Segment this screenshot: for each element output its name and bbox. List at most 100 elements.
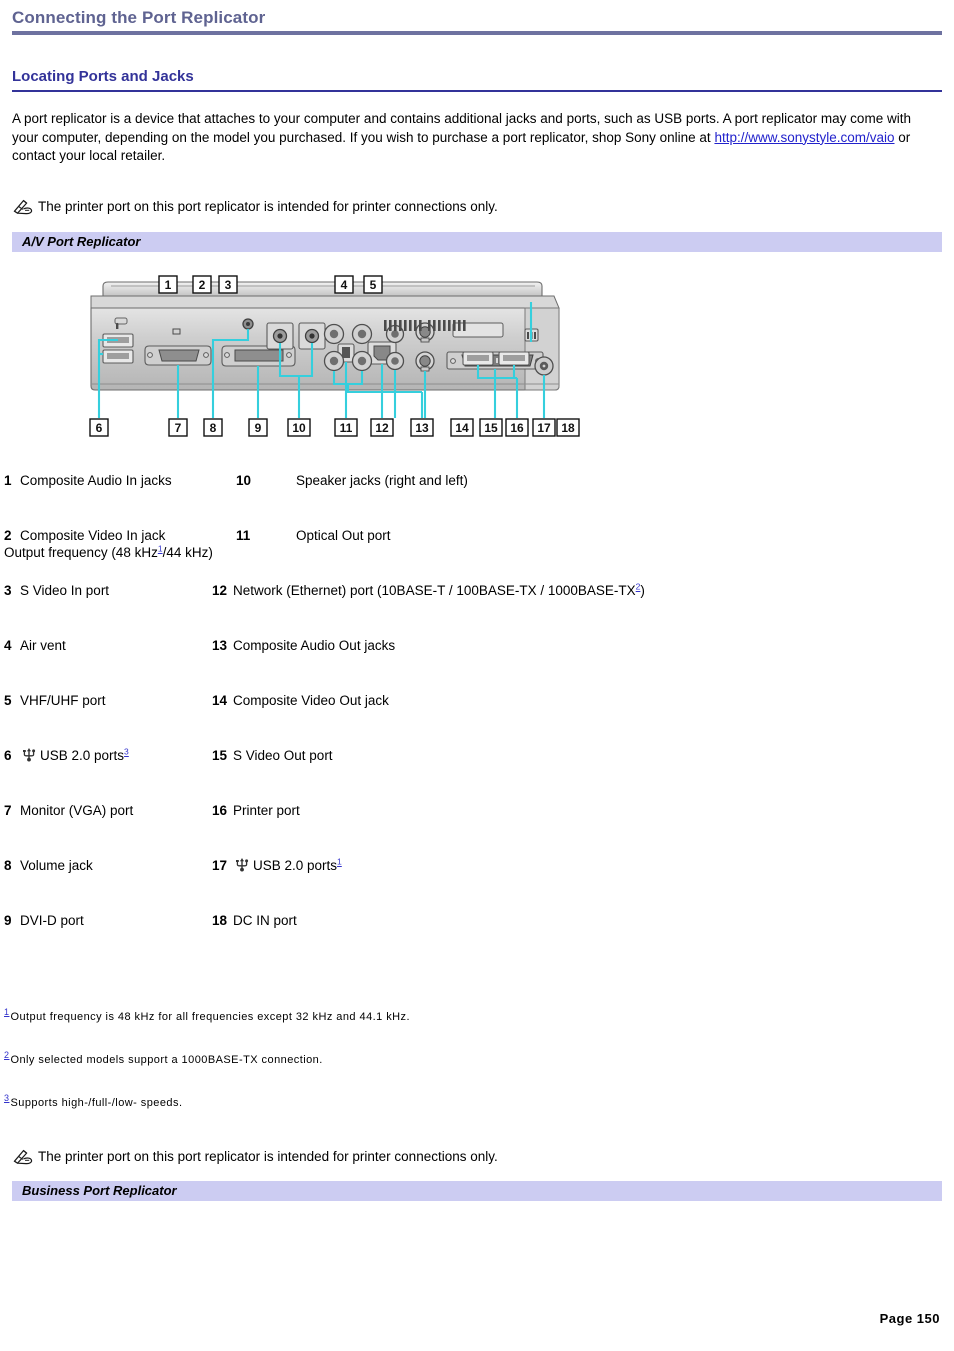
legend-label-13: Composite Audio Out jacks [233,638,396,653]
note-pencil-icon [12,1148,34,1165]
legend-label-16: Printer port [233,803,300,818]
legend-num-10: 10 [236,473,252,488]
legend-num-1: 1 [4,473,12,488]
band-av-label: A/V Port Replicator [22,234,141,249]
printer-note-top-text: The printer port on this port replicator… [38,199,498,214]
legend-label-5: VHF/UHF port [20,693,106,708]
port-replicator-svg: 1 2 3 4 5 6 7 8 9 10 11 12 13 14 15 16 1… [89,275,580,437]
svg-text:16: 16 [510,421,524,435]
legend-row: 4 Air vent 13 Composite Audio Out jacks [4,637,944,692]
legend-label-18: DC IN port [233,913,297,928]
legend-num-5: 5 [4,693,12,708]
band-av-port-replicator: A/V Port Replicator [12,232,942,252]
printer-note-bottom-text: The printer port on this port replicator… [38,1149,498,1164]
legend-num-4: 4 [4,638,12,653]
page-number: Page 150 [879,1311,940,1326]
legend-label-14: Composite Video Out jack [233,693,389,708]
footnote-2-text: Only selected models support a 1000BASE-… [10,1054,323,1066]
band-business-label: Business Port Replicator [22,1183,177,1198]
legend-num-16: 16 [212,803,228,818]
footnote-ref-1b[interactable]: 1 [337,857,342,867]
svg-text:11: 11 [340,421,353,435]
legend-num-13: 13 [212,638,228,653]
svg-text:1: 1 [165,278,172,292]
legend-row: 1 Composite Audio In jacks 10 Speaker ja… [4,472,944,527]
title-divider [12,31,942,35]
footnote-3-text: Supports high-/full-/low- speeds. [10,1097,183,1109]
svg-text:3: 3 [225,278,232,292]
svg-text:9: 9 [255,421,262,435]
usb-icon [234,857,250,872]
legend-num-3: 3 [4,583,12,598]
legend-row: 6 USB 2.0 ports3 15 S Video Out port [4,747,944,802]
legend-label-12-a: Network (Ethernet) port (10BASE-T / 100B… [233,583,636,598]
output-frequency-text-a: Output frequency (48 kHz [4,545,158,560]
footnote-3-mark[interactable]: 3 [4,1093,9,1103]
legend-num-6: 6 [4,748,12,763]
callout-boxes-bottom: 6 7 8 9 10 11 12 13 14 15 16 17 18 [89,418,580,437]
av-port-replicator-diagram: 1 2 3 4 5 6 7 8 9 10 11 12 13 14 15 16 1… [85,266,580,454]
band-business-port-replicator: Business Port Replicator [12,1181,942,1201]
port-legend: 1 Composite Audio In jacks 10 Speaker ja… [4,472,944,967]
legend-num-17: 17 [212,858,228,873]
svg-text:6: 6 [96,421,103,435]
legend-label-12-b: ) [640,583,645,598]
section-heading: Locating Ports and Jacks [12,68,194,85]
legend-num-12: 12 [212,583,228,598]
footnote-ref-3[interactable]: 3 [124,747,129,757]
footnote-1: 1Output frequency is 48 kHz for all freq… [4,1007,934,1053]
svg-text:13: 13 [415,421,429,435]
svg-text:5: 5 [370,278,377,292]
svg-text:12: 12 [375,421,389,435]
legend-label-2: Composite Video In jack [20,528,166,543]
svg-text:17: 17 [537,421,551,435]
svg-text:18: 18 [561,421,575,435]
footnotes: 1Output frequency is 48 kHz for all freq… [4,1007,934,1139]
legend-label-17-text: USB 2.0 ports [253,858,338,873]
legend-num-7: 7 [4,803,12,818]
legend-label-17: USB 2.0 ports1 [233,857,342,875]
usb-icon [21,747,37,762]
legend-num-9: 9 [4,913,12,928]
legend-num-8: 8 [4,858,12,873]
output-frequency-text-b: /44 kHz) [162,545,213,560]
footnote-1-mark[interactable]: 1 [4,1007,9,1017]
svg-text:14: 14 [455,421,469,435]
legend-num-15: 15 [212,748,228,763]
legend-row: 2 Composite Video In jack 11 Optical Out… [4,527,944,582]
legend-label-1: Composite Audio In jacks [20,473,172,488]
svg-text:8: 8 [210,421,217,435]
legend-num-2: 2 [4,528,12,543]
legend-row: 3 S Video In port 12 Network (Ethernet) … [4,582,944,637]
legend-label-11: Optical Out port [296,528,391,543]
legend-row: 8 Volume jack 17 USB 2.0 ports1 [4,857,944,912]
legend-label-6: USB 2.0 ports3 [20,747,129,765]
page-title: Connecting the Port Replicator [12,8,266,27]
legend-label-12: Network (Ethernet) port (10BASE-T / 100B… [233,582,645,600]
page-title-wrap: Connecting the Port Replicator [12,8,942,28]
svg-text:15: 15 [484,421,498,435]
printer-note-bottom: The printer port on this port replicator… [12,1148,498,1167]
legend-num-18: 18 [212,913,228,928]
svg-text:7: 7 [175,421,182,435]
legend-row: 7 Monitor (VGA) port 16 Printer port [4,802,944,857]
footnote-3: 3Supports high-/full-/low- speeds. [4,1093,934,1139]
legend-num-14: 14 [212,693,228,708]
legend-label-10: Speaker jacks (right and left) [296,473,468,488]
svg-text:4: 4 [341,278,348,292]
footnote-1-text: Output frequency is 48 kHz for all frequ… [10,1011,411,1023]
legend-label-4: Air vent [20,638,66,653]
footnote-2-mark[interactable]: 2 [4,1050,9,1060]
footnote-2: 2Only selected models support a 1000BASE… [4,1050,934,1096]
svg-text:10: 10 [292,421,306,435]
legend-label-9: DVI-D port [20,913,84,928]
legend-label-8: Volume jack [20,858,93,873]
legend-label-15: S Video Out port [233,748,333,763]
printer-note-top: The printer port on this port replicator… [12,198,498,217]
sonystyle-link[interactable]: http://www.sonystyle.com/vaio [714,130,894,145]
legend-num-11: 11 [236,528,251,543]
legend-label-3: S Video In port [20,583,110,598]
legend-output-frequency: Output frequency (48 kHz1/44 kHz) [4,544,213,562]
legend-label-6-text: USB 2.0 ports [40,748,125,763]
legend-row: 9 DVI-D port 18 DC IN port [4,912,944,967]
